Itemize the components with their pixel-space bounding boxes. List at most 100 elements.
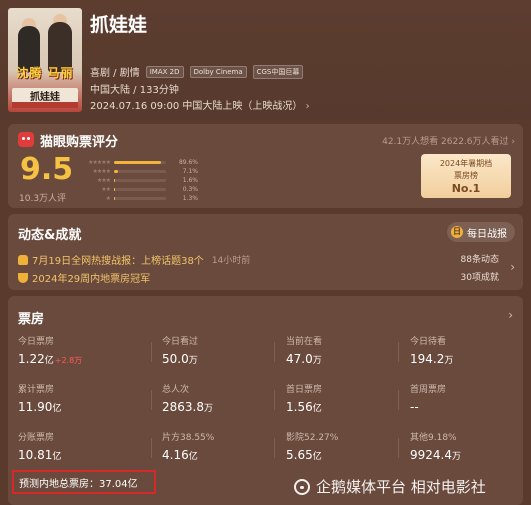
rating-percent: 1.3% [182, 195, 198, 202]
stat-unit: 亿 [188, 452, 198, 462]
stat-number: 1.56 [286, 400, 313, 414]
stat-number: -- [410, 400, 419, 414]
stat-unit: 万 [452, 452, 462, 462]
rating-distribution: ★★★★★ 89.6% ★★★★ 7.1% ★★★ 1.6% ★★ 0.3% ★… [80, 158, 200, 203]
stat-unit: 万 [312, 356, 322, 366]
daily-report-button[interactable]: 日 每日战报 [447, 222, 515, 242]
stat-number: 50.0 [162, 352, 189, 366]
rating-bar-fill [114, 170, 118, 173]
rating-bar-fill [114, 197, 115, 200]
genre-text: 喜剧 / 剧情 [90, 68, 140, 79]
rating-percent: 0.3% [182, 186, 198, 193]
stat-label: 其他9.18% [410, 433, 457, 443]
rating-row: ★★ 0.3% [80, 185, 200, 194]
stat-value: 11.90亿 [18, 400, 138, 414]
bell-icon [18, 254, 28, 265]
rating-row: ★★★ 1.6% [80, 176, 200, 185]
boxoffice-title: 票房 [18, 312, 45, 327]
stat-label: 片方38.55% [162, 433, 215, 443]
column-divider [274, 438, 275, 458]
stat-label: 首周票房 [410, 385, 447, 395]
rating-bar-fill [114, 161, 161, 164]
movie-poster[interactable]: 沈腾 马丽 抓娃娃 [8, 8, 82, 112]
stat-unit: 亿 [312, 404, 322, 414]
chevron-right-icon: › [511, 137, 515, 147]
stat-unit: 万 [204, 404, 214, 414]
stat-cell: 其他9.18% 9924.4万 [410, 430, 530, 462]
star-icons: ★★ [101, 186, 111, 193]
poster-title: 抓娃娃 [12, 88, 78, 103]
watermark: 企鹅媒体平台 相对电影社 [294, 476, 486, 497]
badge-line: 票房榜 [454, 171, 478, 180]
watermark-text: 企鹅媒体平台 相对电影社 [316, 478, 486, 496]
stat-unit: 亿 [312, 452, 322, 462]
stat-value: 5.65亿 [286, 448, 406, 462]
rating-bar [114, 179, 166, 182]
stat-label: 累计票房 [18, 385, 55, 395]
stat-label: 首日票房 [286, 385, 323, 395]
trophy-icon [18, 272, 28, 283]
stat-value: 9924.4万 [410, 448, 530, 462]
stat-value: 10.81亿 [18, 448, 138, 462]
stat-value: 2863.8万 [162, 400, 282, 414]
stat-value: 47.0万 [286, 352, 406, 366]
want-watched-text: 42.1万人想看 2622.6万人看过 [382, 137, 509, 147]
column-divider [151, 438, 152, 458]
stat-label: 分账票房 [18, 433, 55, 443]
badge-line: 2024年暑期档 [439, 159, 493, 168]
rating-row: ★★★★ 7.1% [80, 167, 200, 176]
stat-cell: 今日待看 194.2万 [410, 334, 530, 366]
column-divider [398, 390, 399, 410]
stat-label: 今日待看 [410, 337, 447, 347]
daily-report-icon: 日 [451, 226, 463, 238]
badge-rank: No.1 [451, 182, 481, 195]
column-divider [274, 390, 275, 410]
stat-cell: 分账票房 10.81亿 [18, 430, 138, 462]
star-icons: ★★★ [96, 177, 111, 184]
format-tag: IMAX 2D [145, 65, 184, 78]
rating-percent: 1.6% [182, 177, 198, 184]
news-time: 14小时前 [211, 256, 251, 266]
rating-title: 猫眼购票评分 [40, 135, 119, 150]
news-item[interactable]: 2024年29周内地票房冠军 [18, 270, 150, 285]
stat-unit: 亿 [44, 356, 54, 366]
rating-score: 9.5 [20, 152, 74, 187]
stat-value: 1.22亿+2.8万 [18, 352, 138, 366]
stat-cell: 片方38.55% 4.16亿 [162, 430, 282, 462]
rating-card[interactable]: 猫眼购票评分 42.1万人想看 2622.6万人看过 › 9.5 10.3万人评… [8, 124, 523, 208]
genre-row: 喜剧 / 剧情 IMAX 2D Dolby Cinema CGS中国巨幕 [90, 64, 304, 79]
stat-unit: 万 [188, 356, 198, 366]
rating-bar-fill [114, 179, 115, 182]
rating-row: ★ 1.3% [80, 194, 200, 203]
stat-cell: 当前在看 47.0万 [286, 334, 406, 366]
achievements-count: 30项成就 [460, 273, 499, 283]
stat-number: 2863.8 [162, 400, 204, 414]
rating-count: 10.3万人评 [19, 194, 67, 204]
news-item[interactable]: 7月19日全网热搜战报：上榜话题38个 14小时前 [18, 252, 250, 267]
penguin-icon [294, 478, 310, 495]
stat-value: 1.56亿 [286, 400, 406, 414]
news-card[interactable]: 动态&成就 日 每日战报 7月19日全网热搜战报：上榜话题38个 14小时前 2… [8, 214, 523, 290]
stat-number: 194.2 [410, 352, 445, 366]
stat-value: 194.2万 [410, 352, 530, 366]
release-info[interactable]: 2024.07.16 09:00 中国大陆上映（上映战况） › [90, 97, 310, 112]
stat-cell: 影院52.27% 5.65亿 [286, 430, 406, 462]
movie-header: 沈腾 马丽 抓娃娃 抓娃娃 喜剧 / 剧情 IMAX 2D Dolby Cine… [0, 0, 531, 120]
daily-report-label: 每日战报 [467, 228, 507, 240]
rating-row: ★★★★★ 89.6% [80, 158, 200, 167]
forecast-total-boxoffice: 预测内地总票房：37.04亿 [12, 470, 156, 494]
chevron-right-icon[interactable]: › [508, 308, 513, 322]
news-text: 2024年29周内地票房冠军 [32, 274, 151, 285]
stat-label: 当前在看 [286, 337, 323, 347]
stat-number: 1.22 [18, 352, 45, 366]
stat-value: 50.0万 [162, 352, 282, 366]
stat-cell: 累计票房 11.90亿 [18, 382, 138, 414]
stat-number: 10.81 [18, 448, 53, 462]
movie-title: 抓娃娃 [90, 14, 148, 36]
want-watched-count[interactable]: 42.1万人想看 2622.6万人看过 › [382, 134, 515, 147]
release-text: 2024.07.16 09:00 中国大陆上映（上映战况） [90, 101, 303, 112]
summer-ranking-badge[interactable]: 2024年暑期档 票房榜 No.1 [421, 154, 511, 198]
chevron-right-icon[interactable]: › [510, 260, 515, 274]
stat-label: 今日票房 [18, 337, 55, 347]
stat-number: 9924.4 [410, 448, 452, 462]
